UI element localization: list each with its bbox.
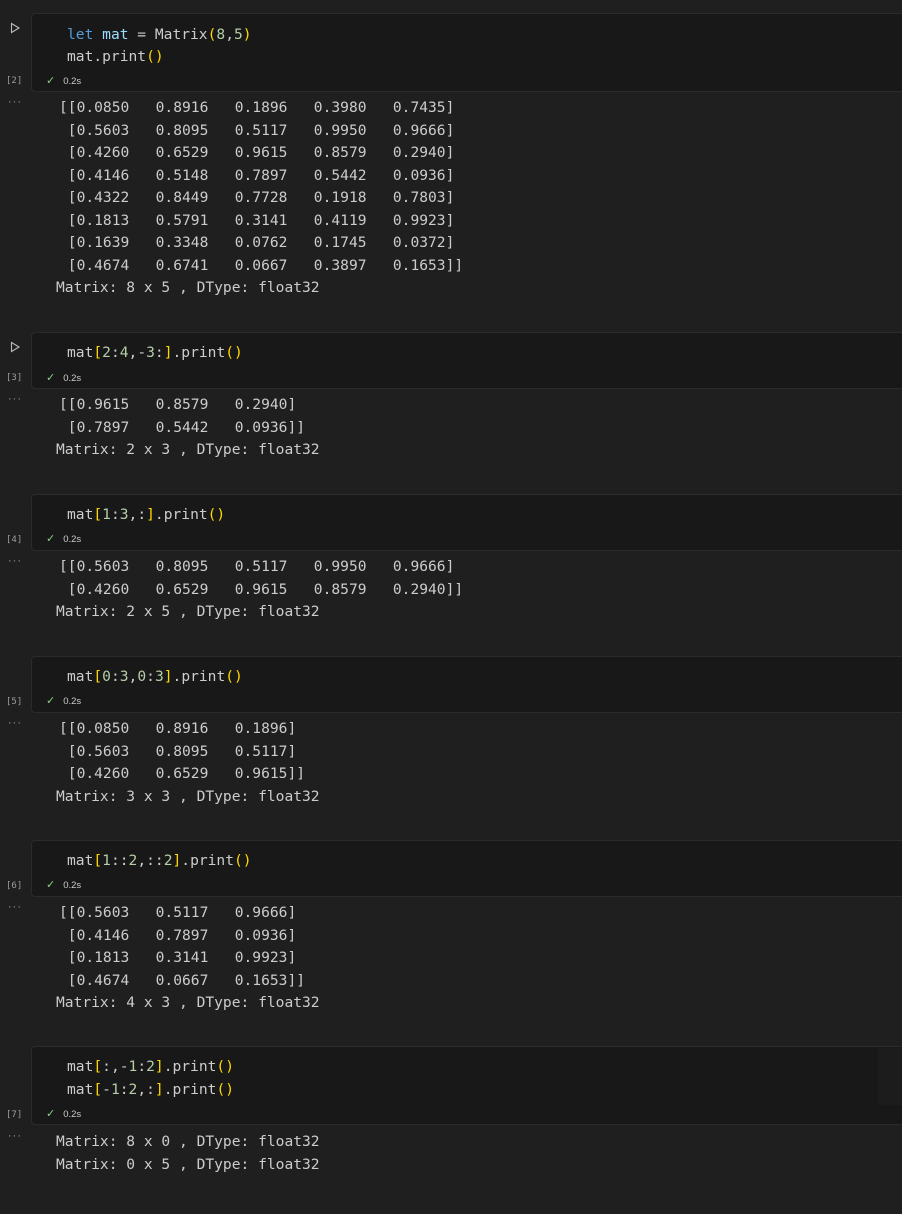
code-token: [	[93, 1058, 103, 1075]
code-token: ]	[154, 1058, 164, 1075]
code-token: 1	[128, 1058, 138, 1075]
code-token: :	[137, 1058, 147, 1075]
code-token: ()	[216, 1058, 234, 1075]
code-token: ,:	[137, 1081, 155, 1098]
execution-status: ✓ 0.2s	[46, 1107, 81, 1121]
more-ellipsis-icon[interactable]: ···	[8, 1130, 22, 1142]
code-token: ()	[216, 1081, 235, 1098]
execution-time: 0.2s	[63, 1109, 82, 1120]
notebook-cell[interactable]: mat[:,-1:2].print() mat[-1:2,:].print() …	[0, 0, 902, 1214]
code-token: 1	[110, 1081, 120, 1098]
code-token: .print	[163, 1081, 217, 1098]
code-token: [	[93, 1081, 103, 1098]
code-token: :,-	[102, 1058, 129, 1075]
code-token: -	[102, 1081, 111, 1098]
code-line[interactable]: mat[-1:2,:].print()	[67, 1079, 234, 1101]
code-token: mat	[67, 1058, 94, 1075]
execution-count: [7]	[6, 1110, 23, 1120]
output-line: Matrix: 0 x 5 , DType: float32	[56, 1155, 320, 1173]
check-icon: ✓	[46, 1108, 56, 1120]
code-token: mat	[67, 1081, 94, 1098]
code-token: :	[119, 1081, 129, 1098]
editor-scrollbar[interactable]	[878, 1048, 902, 1105]
code-token: ]	[154, 1081, 164, 1098]
code-line[interactable]: mat[:,-1:2].print()	[67, 1056, 234, 1078]
code-token: .print	[163, 1058, 217, 1075]
code-token: 2	[146, 1058, 155, 1075]
output-line: Matrix: 8 x 0 , DType: float32	[56, 1133, 320, 1150]
